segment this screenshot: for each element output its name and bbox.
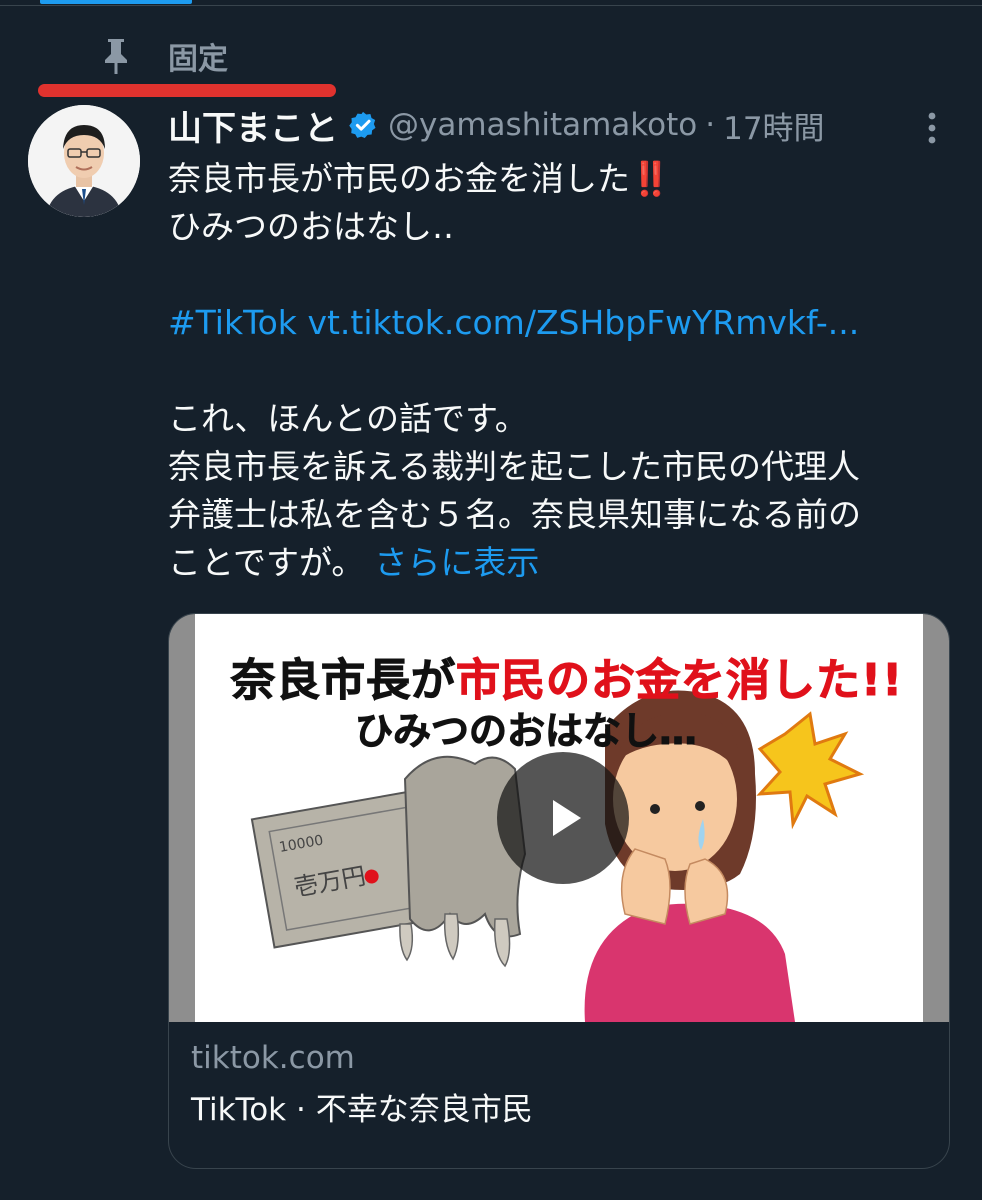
author-display-name[interactable]: 山下まこと xyxy=(168,101,338,150)
tweet-text: 奈良市長が市民のお金を消した‼️ ひみつのおはなし‥ #TikTok vt.ti… xyxy=(168,155,958,587)
top-divider xyxy=(0,5,982,6)
author-handle[interactable]: @yamashitamakoto xyxy=(388,107,697,143)
header-separator: · xyxy=(705,107,716,143)
url-link[interactable]: vt.tiktok.com/ZSHbpFwYRmvkf-... xyxy=(307,303,859,342)
pinned-indicator: 固定 xyxy=(96,34,228,78)
tweet-line-3: これ、ほんとの話です。 xyxy=(168,399,528,438)
active-tab-indicator xyxy=(40,0,192,4)
avatar[interactable] xyxy=(28,105,140,217)
hashtag-link[interactable]: #TikTok xyxy=(168,303,297,342)
tweet-line-6: ことですが。 さらに表示 xyxy=(168,543,540,582)
thumbnail-title-line-1: 奈良市長が市民のお金を消した!! xyxy=(231,655,904,707)
link-preview-card[interactable]: 10000 壱万円 奈良市長が市民のお金を消した!! ひみつのおはなし… tik… xyxy=(168,613,950,1169)
play-icon xyxy=(553,800,581,836)
show-more-link[interactable]: さらに表示 xyxy=(374,543,539,582)
avatar-portrait xyxy=(28,105,140,217)
verified-badge-icon xyxy=(348,110,378,140)
tweet-timestamp[interactable]: 17時間 xyxy=(723,103,824,148)
pinned-label: 固定 xyxy=(168,42,228,77)
card-title: TikTok · 不幸な奈良市民 xyxy=(191,1092,533,1128)
more-options-icon[interactable] xyxy=(922,108,942,148)
pin-icon xyxy=(96,34,136,78)
double-exclamation-emoji: ‼️ xyxy=(630,159,672,198)
card-domain: tiktok.com xyxy=(191,1040,355,1076)
thumbnail-title-line-2: ひみつのおはなし… xyxy=(354,709,698,754)
tweet-line-2: ひみつのおはなし‥ xyxy=(168,207,455,246)
tweet-line-5: 弁護士は私を含む５名。奈良県知事になる前の xyxy=(168,495,861,534)
card-media[interactable]: 10000 壱万円 奈良市長が市民のお金を消した!! ひみつのおはなし… xyxy=(169,614,949,1022)
tweet-header: 山下まこと @yamashitamakoto · 17時間 xyxy=(168,100,952,150)
tweet-line-1: 奈良市長が市民のお金を消した‼️ xyxy=(168,159,672,198)
play-button[interactable] xyxy=(497,752,629,884)
highlight-underline xyxy=(38,84,336,97)
card-footer: tiktok.com TikTok · 不幸な奈良市民 xyxy=(191,1034,533,1134)
tweet-links-line: #TikTok vt.tiktok.com/ZSHbpFwYRmvkf-... xyxy=(168,299,958,347)
tweet-page: 固定 山下まこと @yamashitamakoto · 17時間 奈良市長が市民… xyxy=(0,0,982,1200)
tweet-line-4: 奈良市長を訴える裁判を起こした市民の代理人 xyxy=(168,447,861,486)
